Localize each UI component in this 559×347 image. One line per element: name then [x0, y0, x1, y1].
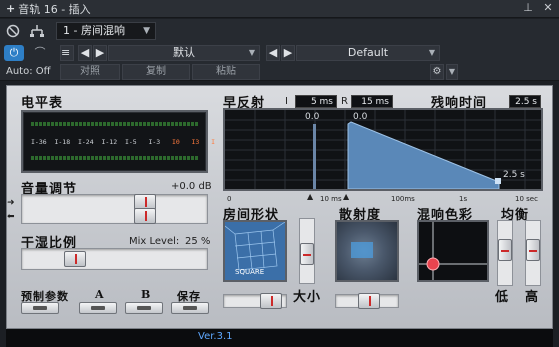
auto-mode-label[interactable]: Auto: Off — [6, 66, 51, 77]
pin-icon[interactable]: ⊥ — [521, 1, 535, 15]
room-size-slider[interactable] — [223, 293, 287, 309]
close-icon[interactable]: ✕ — [541, 1, 555, 15]
track-name: 1 - 房间混响 — [63, 24, 125, 37]
preset-a-label: A — [95, 288, 105, 301]
arrow-right-icon: ➜ — [7, 198, 15, 208]
preset-list-icon[interactable]: ≡ — [60, 45, 74, 61]
meter-title: 电平表 — [21, 96, 64, 111]
action-toolbar: Auto: Off 对照 复制 粘贴 ⚙ ▼ — [0, 63, 559, 81]
eq-high-thumb[interactable] — [526, 239, 540, 261]
preset-b-label: B — [141, 288, 152, 301]
room-shape-name: SQUARE — [235, 268, 265, 276]
power-icon[interactable]: ⏻ — [4, 45, 24, 61]
eq-low-slider[interactable] — [497, 220, 513, 286]
eq-low-thumb[interactable] — [498, 239, 512, 261]
compare-button[interactable]: 对照 — [60, 64, 120, 80]
envelope-svg — [225, 110, 541, 189]
early-i-marker — [313, 124, 316, 189]
preset-a-button[interactable] — [79, 302, 117, 314]
preset-left-select[interactable]: 默认 ▼ — [108, 45, 260, 61]
volume-thumb-right[interactable] — [134, 208, 156, 224]
decay-handle — [495, 178, 501, 184]
early-r-label: R — [341, 96, 348, 107]
decay-value[interactable]: 2.5 s — [509, 95, 541, 108]
graph-right-value: 0.0 — [353, 112, 368, 122]
preset-toolbar: ⏻ ⌒ ≡ ◀ ▶ 默认 ▼ ◀ ▶ Default ▼ — [0, 43, 559, 63]
room-size-vthumb[interactable] — [300, 243, 314, 265]
meter-bar-left — [31, 122, 199, 126]
diffusion-display[interactable] — [335, 220, 399, 282]
diffusion-thumb[interactable] — [358, 293, 380, 309]
meter-bar-right — [31, 156, 199, 160]
color-xy-pad[interactable] — [417, 220, 489, 282]
graph-left-value: 0.0 — [305, 112, 320, 122]
drywet-slider[interactable] — [21, 248, 208, 270]
window-title: 音轨 16 - 插入 — [18, 2, 91, 16]
room-size-thumb[interactable] — [260, 293, 282, 309]
bypass-circle-icon[interactable] — [4, 22, 22, 40]
early-i-label: I — [285, 96, 288, 107]
next-preset-right-icon[interactable]: ▶ — [281, 45, 295, 61]
color-pad-svg — [419, 222, 487, 280]
decay-envelope — [347, 121, 500, 189]
axis-0: 0 — [227, 195, 232, 203]
graph-decay-value: 2.5 s — [503, 170, 525, 180]
room-reverb-plugin: 电平表 I-36 I-18 I-24 I-12 I-5 I-3 I0 I3 I … — [6, 85, 553, 329]
room-size-vslider[interactable] — [299, 218, 315, 284]
drywet-thumb[interactable] — [64, 251, 86, 267]
level-meter: I-36 I-18 I-24 I-12 I-5 I-3 I0 I3 I — [21, 110, 215, 173]
track-selector[interactable]: 1 - 房间混响 ▼ — [56, 22, 156, 40]
plugin-footer: Ver.3.1 — [6, 329, 553, 347]
preset-b-button[interactable] — [125, 302, 163, 314]
diffusion-block-icon — [351, 242, 373, 258]
mix-level-label: Mix Level: — [129, 236, 180, 247]
mix-level-value: 25 % — [185, 236, 211, 247]
save-button[interactable] — [171, 302, 209, 314]
high-label: 高 — [525, 290, 540, 305]
arrow-left-icon: ⬅ — [7, 212, 15, 222]
preset-right-label: Default — [347, 46, 389, 59]
axis-10ms: 10 ms — [320, 195, 342, 203]
prev-preset-right-icon[interactable]: ◀ — [266, 45, 280, 61]
copy-button[interactable]: 复制 — [122, 64, 190, 80]
axis-1s: 1s — [459, 195, 468, 203]
version-label: Ver.3.1 — [198, 331, 233, 342]
axis-10sec: 10 sec — [515, 195, 538, 203]
room-shape-display[interactable]: SQUARE — [223, 220, 287, 282]
diffusion-slider[interactable] — [335, 293, 399, 309]
eq-high-slider[interactable] — [525, 220, 541, 286]
chevron-down-icon: ▼ — [143, 26, 150, 36]
chevron-down-icon: ▼ — [248, 48, 255, 57]
preset-recall-button[interactable] — [21, 302, 59, 314]
paste-button[interactable]: 粘贴 — [192, 64, 260, 80]
early-i-handle-icon[interactable]: ▲ — [307, 192, 313, 201]
volume-value: +0.0 dB — [171, 181, 212, 192]
early-r-value[interactable]: 15 ms — [351, 95, 393, 108]
automation-icon[interactable]: ⌒ — [30, 45, 50, 61]
early-r-handle-icon[interactable]: ▲ — [343, 192, 349, 201]
window-title-bar: + 音轨 16 - 插入 ⊥ ✕ — [0, 0, 559, 18]
prev-preset-icon[interactable]: ◀ — [78, 45, 92, 61]
chevron-down-icon[interactable]: ▼ — [446, 64, 458, 80]
early-i-value[interactable]: 5 ms — [295, 95, 337, 108]
gear-icon[interactable]: ⚙ — [430, 64, 444, 80]
size-label: 大小 — [293, 290, 322, 305]
preset-left-label: 默认 — [173, 46, 195, 59]
low-label: 低 — [495, 290, 510, 305]
plus-icon[interactable]: + — [6, 2, 15, 15]
volume-slider[interactable] — [21, 194, 208, 224]
reverb-envelope-graph[interactable]: 0.0 0.0 2.5 s — [223, 108, 543, 191]
meter-scale: I-36 I-18 I-24 I-12 I-5 I-3 I0 I3 I — [31, 138, 216, 146]
chevron-down-icon: ▼ — [428, 48, 435, 57]
axis-100ms: 100ms — [391, 195, 415, 203]
routing-icon[interactable] — [28, 22, 46, 40]
next-preset-icon[interactable]: ▶ — [93, 45, 107, 61]
insert-header: 1 - 房间混响 ▼ — [0, 19, 559, 43]
preset-right-select[interactable]: Default ▼ — [296, 45, 440, 61]
